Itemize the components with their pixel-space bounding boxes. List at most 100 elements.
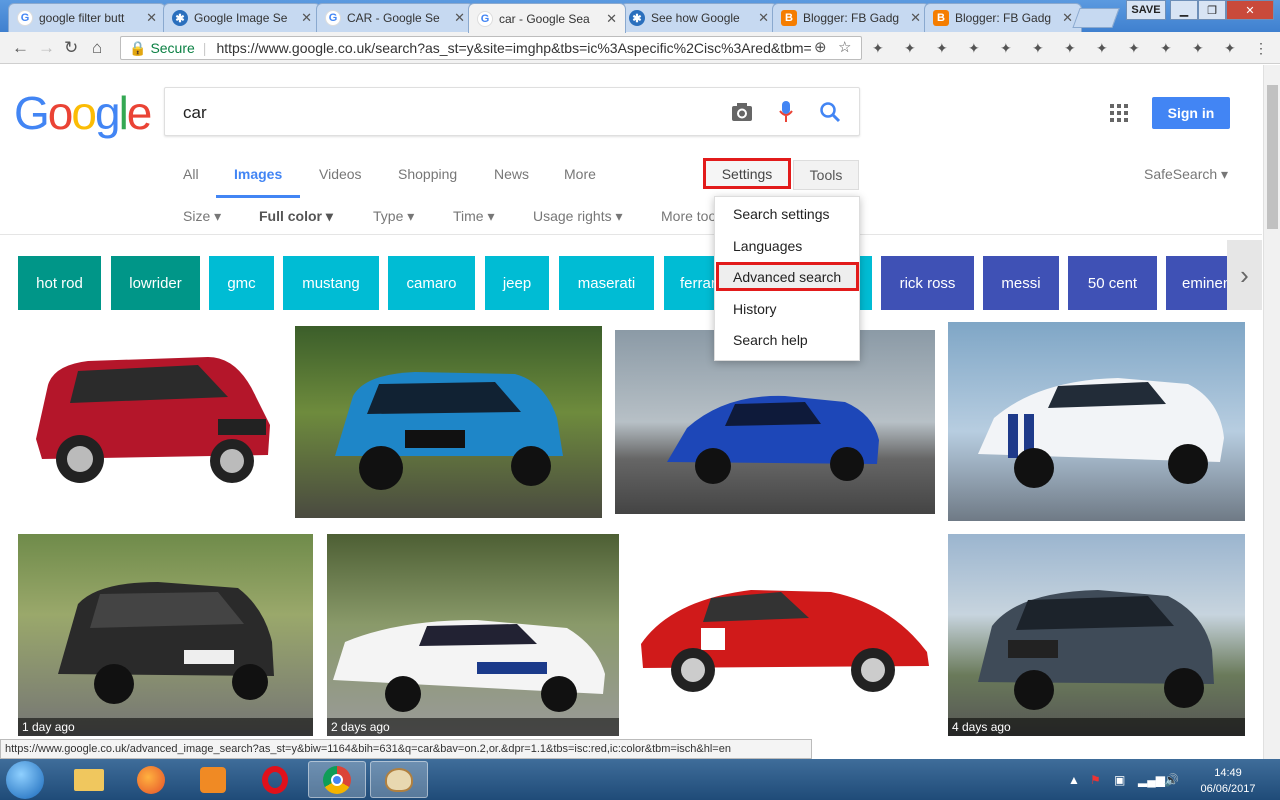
network-icon[interactable]: ▂▄▆ bbox=[1138, 773, 1165, 787]
chrome-icon[interactable] bbox=[308, 761, 366, 798]
restore-icon[interactable]: ❐ bbox=[1198, 0, 1226, 20]
browser-tab-active[interactable]: G car - Google Sea ✕ bbox=[468, 3, 626, 33]
related-chip[interactable]: camaro bbox=[388, 256, 475, 310]
browser-tab[interactable]: ✱ See how Google ✕ bbox=[620, 3, 778, 32]
zoom-icon[interactable]: ⊕ bbox=[814, 38, 827, 56]
tab-all[interactable]: All bbox=[183, 166, 199, 182]
settings-button[interactable]: Settings bbox=[703, 158, 791, 189]
forward-icon[interactable]: → bbox=[38, 38, 55, 58]
related-chip[interactable]: messi bbox=[983, 256, 1059, 310]
page-scrollbar[interactable] bbox=[1263, 65, 1280, 759]
image-result[interactable] bbox=[948, 322, 1245, 521]
image-result[interactable] bbox=[631, 534, 936, 736]
system-clock[interactable]: 14:49 06/06/2017 bbox=[1196, 765, 1260, 797]
sign-in-button[interactable]: Sign in bbox=[1152, 97, 1230, 129]
back-icon[interactable]: ← bbox=[12, 38, 29, 58]
close-icon[interactable]: ✕ bbox=[758, 10, 769, 26]
file-explorer-icon[interactable] bbox=[60, 761, 118, 798]
home-icon[interactable]: ⌂ bbox=[92, 38, 102, 58]
image-result[interactable]: 1 day ago bbox=[18, 534, 313, 736]
search-query[interactable]: car bbox=[183, 103, 207, 123]
tab-videos[interactable]: Videos bbox=[319, 166, 362, 182]
image-result[interactable] bbox=[18, 327, 283, 497]
apps-grid-icon[interactable] bbox=[1110, 104, 1128, 122]
related-chip[interactable]: jeep bbox=[485, 256, 549, 310]
device-icon[interactable]: ▣ bbox=[1114, 773, 1125, 787]
image-result[interactable]: 4 days ago bbox=[948, 534, 1245, 736]
close-window-icon[interactable]: ✕ bbox=[1226, 0, 1274, 20]
related-chip[interactable]: lowrider bbox=[111, 256, 200, 310]
safesearch-button[interactable]: SafeSearch ▾ bbox=[1144, 166, 1228, 183]
extension-icon[interactable]: ✦ bbox=[1160, 41, 1174, 55]
start-button[interactable] bbox=[6, 761, 44, 799]
filter-usage-rights[interactable]: Usage rights ▾ bbox=[533, 208, 623, 225]
paint-icon[interactable] bbox=[370, 761, 428, 798]
related-chip[interactable]: hot rod bbox=[18, 256, 101, 310]
bookmark-star-icon[interactable]: ☆ bbox=[838, 38, 851, 56]
scrollbar-thumb[interactable] bbox=[1267, 85, 1278, 229]
tab-news[interactable]: News bbox=[494, 166, 529, 182]
tab-shopping[interactable]: Shopping bbox=[398, 166, 457, 182]
extension-icon[interactable]: ✦ bbox=[904, 41, 918, 55]
media-player-icon[interactable] bbox=[184, 761, 242, 798]
extension-icon[interactable]: ✦ bbox=[936, 41, 950, 55]
menu-item-languages[interactable]: Languages bbox=[733, 238, 802, 254]
browser-tab[interactable]: ✱ Google Image Se ✕ bbox=[163, 3, 321, 32]
extension-icon[interactable]: ✦ bbox=[1192, 41, 1206, 55]
close-icon[interactable]: ✕ bbox=[1062, 10, 1073, 26]
menu-item-search-help[interactable]: Search help bbox=[733, 332, 808, 348]
browser-tab[interactable]: B Blogger: FB Gadg ✕ bbox=[924, 3, 1082, 32]
tab-images[interactable]: Images bbox=[234, 166, 282, 182]
extension-icon[interactable]: ✦ bbox=[1000, 41, 1014, 55]
close-icon[interactable]: ✕ bbox=[606, 11, 617, 27]
filter-color[interactable]: Full color ▾ bbox=[259, 208, 333, 225]
filter-time[interactable]: Time ▾ bbox=[453, 208, 495, 225]
tools-button[interactable]: Tools bbox=[793, 160, 859, 190]
menu-item-search-settings[interactable]: Search settings bbox=[733, 206, 830, 222]
search-icon[interactable] bbox=[819, 101, 841, 123]
close-icon[interactable]: ✕ bbox=[301, 10, 312, 26]
related-chip[interactable]: gmc bbox=[209, 256, 274, 310]
filter-size[interactable]: Size ▾ bbox=[183, 208, 221, 225]
browser-tab[interactable]: B Blogger: FB Gadg ✕ bbox=[772, 3, 930, 32]
firefox-icon[interactable] bbox=[122, 761, 180, 798]
browser-tab[interactable]: G CAR - Google Se ✕ bbox=[316, 3, 474, 32]
show-hidden-icons[interactable]: ▲ bbox=[1068, 773, 1080, 787]
related-chip[interactable]: mustang bbox=[283, 256, 379, 310]
browser-tab[interactable]: G google filter butt ✕ bbox=[8, 3, 166, 32]
tab-more[interactable]: More bbox=[564, 166, 596, 182]
image-result[interactable]: 2 days ago bbox=[327, 534, 619, 736]
search-box[interactable]: car bbox=[164, 87, 860, 136]
related-chip[interactable]: rick ross bbox=[881, 256, 974, 310]
volume-icon[interactable]: 🔊 bbox=[1164, 773, 1179, 787]
extension-icon[interactable]: ✦ bbox=[1032, 41, 1046, 55]
extension-icon[interactable]: ✦ bbox=[1096, 41, 1110, 55]
extension-icon[interactable]: ✦ bbox=[1064, 41, 1078, 55]
microphone-icon[interactable] bbox=[779, 100, 793, 124]
save-button[interactable]: SAVE bbox=[1126, 0, 1166, 20]
extension-icon[interactable]: ✦ bbox=[872, 41, 886, 55]
menu-item-history[interactable]: History bbox=[733, 301, 777, 317]
extension-icon[interactable]: ✦ bbox=[968, 41, 982, 55]
close-icon[interactable]: ✕ bbox=[910, 10, 921, 26]
extension-icon[interactable]: ✦ bbox=[1128, 41, 1142, 55]
close-icon[interactable]: ✕ bbox=[146, 10, 157, 26]
menu-item-advanced-search[interactable]: Advanced search bbox=[733, 269, 841, 285]
reload-icon[interactable]: ↻ bbox=[64, 38, 78, 58]
close-icon[interactable]: ✕ bbox=[454, 10, 465, 26]
menu-icon[interactable]: ⋮ bbox=[1254, 41, 1268, 55]
image-result[interactable] bbox=[295, 326, 602, 518]
camera-icon[interactable] bbox=[731, 102, 753, 122]
google-logo[interactable]: Google bbox=[14, 86, 152, 140]
filter-type[interactable]: Type ▾ bbox=[373, 208, 414, 225]
extension-icon[interactable]: ✦ bbox=[1224, 41, 1238, 55]
new-tab-button[interactable] bbox=[1072, 8, 1120, 28]
chevron-right-icon[interactable]: › bbox=[1227, 240, 1262, 310]
flag-icon[interactable]: ⚑ bbox=[1090, 773, 1101, 787]
address-bar[interactable]: 🔒 Secure | https://www.google.co.uk/sear… bbox=[120, 36, 862, 60]
related-chip[interactable]: eminem bbox=[1166, 256, 1236, 310]
related-chip[interactable]: 50 cent bbox=[1068, 256, 1157, 310]
opera-icon[interactable] bbox=[246, 761, 304, 798]
related-chip[interactable]: maserati bbox=[559, 256, 654, 310]
minimize-icon[interactable]: ▁ bbox=[1170, 0, 1198, 20]
